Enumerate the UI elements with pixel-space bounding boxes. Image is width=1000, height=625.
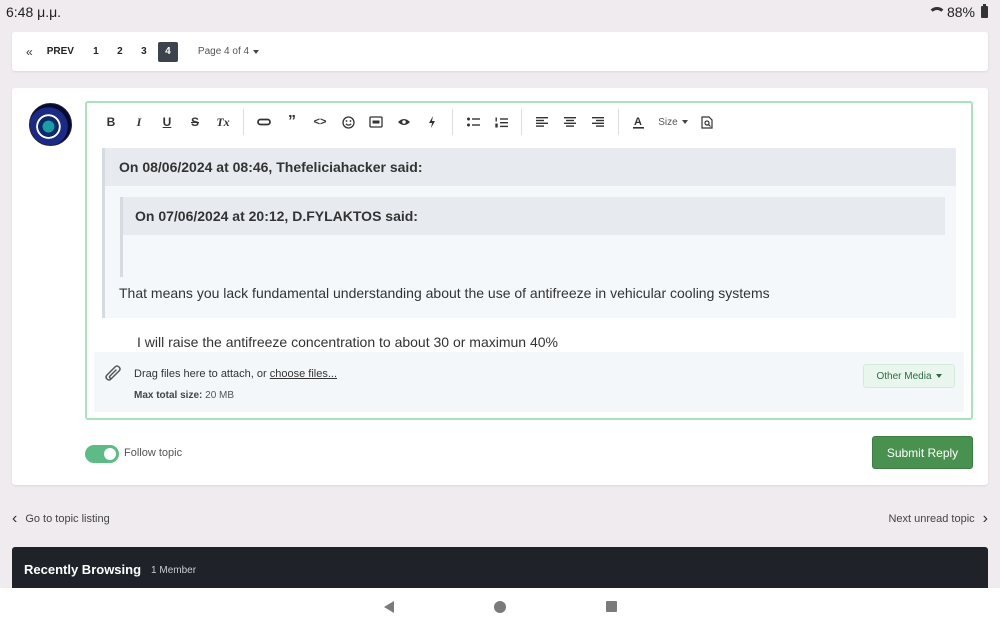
drag-label: Drag files here to attach, or <box>134 368 267 380</box>
avatar[interactable] <box>29 103 72 146</box>
align-center-icon[interactable] <box>556 110 584 134</box>
caret-down-icon <box>253 49 260 54</box>
underline-button[interactable]: U <box>153 110 181 134</box>
bullet-list-icon[interactable] <box>459 110 487 134</box>
other-media-button[interactable]: Other Media <box>863 364 955 388</box>
follow-topic-label: Follow topic <box>124 447 183 459</box>
max-size-label: Max total size: <box>134 390 203 401</box>
chevron-right-icon: › <box>982 510 988 527</box>
recently-browsing-count: 1 Member <box>151 564 197 576</box>
emoji-icon[interactable] <box>334 110 362 134</box>
pagination-bar: « PREV 1 2 3 4 Page 4 of 4 <box>12 32 988 71</box>
outer-quote-body: That means you lack fundamental understa… <box>119 285 770 301</box>
caret-down-icon <box>681 120 688 124</box>
font-size-label: Size <box>658 116 678 128</box>
submit-reply-button[interactable]: Submit Reply <box>872 436 973 469</box>
next-unread-topic-link[interactable]: Next unread topic › <box>888 510 988 527</box>
italic-button[interactable]: I <box>125 110 153 134</box>
outer-quote: On 08/06/2024 at 08:46, Thefeliciahacker… <box>102 148 956 350</box>
go-to-topic-listing-label: Go to topic listing <box>25 513 110 525</box>
numbered-list-icon[interactable] <box>487 110 515 134</box>
recently-browsing-bar: Recently Browsing 1 Member <box>12 547 988 591</box>
code-icon[interactable]: <> <box>306 110 334 134</box>
next-unread-topic-label: Next unread topic <box>888 513 975 525</box>
preview-icon[interactable] <box>693 110 721 134</box>
svg-text:A: A <box>634 116 642 128</box>
strikethrough-button[interactable]: S <box>181 110 209 134</box>
rich-text-editor[interactable]: B I U S Tx ” <> A Size On 08/06/2024 at … <box>85 101 973 420</box>
go-to-topic-listing-link[interactable]: ‹ Go to topic listing <box>12 510 110 527</box>
chevron-left-icon: ‹ <box>12 510 18 527</box>
follow-topic-toggle[interactable] <box>85 445 119 463</box>
font-size-dropdown[interactable]: Size <box>653 110 693 134</box>
status-time: 6:48 μ.μ. <box>6 4 62 20</box>
drag-files-text: Drag files here to attach, or choose fil… <box>134 368 337 380</box>
max-size-info: Max total size: 20 MB <box>134 390 234 401</box>
status-right: 88% <box>927 4 988 20</box>
android-nav-bar <box>0 588 1000 625</box>
battery-percent: 88% <box>946 4 975 20</box>
inner-quote-body: I will raise the antifreeze concentratio… <box>137 334 559 350</box>
wifi-icon <box>927 7 946 17</box>
recents-square-icon[interactable] <box>605 601 617 612</box>
other-media-label: Other Media <box>876 370 932 382</box>
page-3-button[interactable]: 3 <box>134 42 154 62</box>
quote-icon[interactable]: ” <box>278 110 306 134</box>
back-triangle-icon[interactable] <box>383 600 394 613</box>
editor-toolbar: B I U S Tx ” <> A Size <box>87 107 971 137</box>
clear-format-button[interactable]: Tx <box>209 110 237 134</box>
toolbar-divider <box>452 109 453 135</box>
recently-browsing-title: Recently Browsing <box>24 561 142 577</box>
toolbar-divider <box>618 109 619 135</box>
caret-down-icon <box>935 374 942 378</box>
max-size-value: 20 MB <box>205 390 235 401</box>
outer-quote-header: On 08/06/2024 at 08:46, Thefeliciahacker… <box>105 148 956 186</box>
lightning-icon[interactable] <box>418 110 446 134</box>
double-chevron-left-icon[interactable]: « <box>26 45 33 59</box>
choose-files-link[interactable]: choose files... <box>270 368 337 380</box>
page-jump-label: Page 4 of 4 <box>197 46 250 57</box>
inner-quote-header: On 07/06/2024 at 20:12, D.FYLAKTOS said: <box>123 197 945 235</box>
link-icon[interactable] <box>250 110 278 134</box>
toolbar-divider <box>521 109 522 135</box>
spoiler-eye-icon[interactable] <box>390 110 418 134</box>
align-left-icon[interactable] <box>528 110 556 134</box>
prev-page-button[interactable]: PREV <box>43 42 78 62</box>
align-right-icon[interactable] <box>584 110 612 134</box>
page-1-button[interactable]: 1 <box>86 42 106 62</box>
page-2-button[interactable]: 2 <box>110 42 130 62</box>
status-bar: 6:48 μ.μ. 88% <box>0 0 1000 24</box>
paperclip-icon <box>104 364 122 384</box>
font-color-icon[interactable]: A <box>625 110 653 134</box>
attachment-area[interactable]: Drag files here to attach, or choose fil… <box>94 352 964 412</box>
gif-icon[interactable] <box>362 110 390 134</box>
reply-box: B I U S Tx ” <> A Size On 08/06/2024 at … <box>12 88 988 485</box>
home-circle-icon[interactable] <box>493 600 506 613</box>
page-jump-dropdown[interactable]: Page 4 of 4 <box>197 46 260 57</box>
battery-icon <box>981 4 988 18</box>
topic-navigation: ‹ Go to topic listing Next unread topic … <box>12 510 988 528</box>
page-4-button[interactable]: 4 <box>157 41 178 62</box>
toolbar-divider <box>243 109 244 135</box>
inner-quote: On 07/06/2024 at 20:12, D.FYLAKTOS said:… <box>120 197 945 350</box>
bold-button[interactable]: B <box>97 110 125 134</box>
